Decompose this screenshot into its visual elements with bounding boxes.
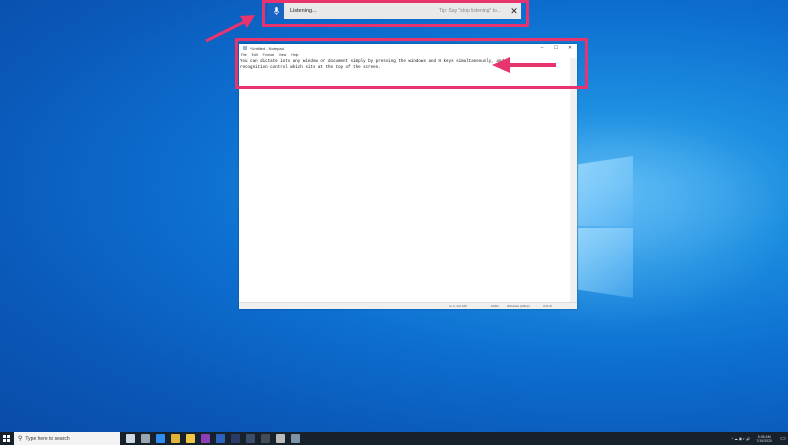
tray-icons[interactable]: ^ ☁ ▣ ◐ 🔊	[732, 437, 751, 441]
clock-date: 7/19/2020	[756, 438, 772, 443]
pinned-apps	[120, 434, 300, 443]
clock-time: 5:08 AM	[757, 434, 771, 439]
search-icon: ⚲	[18, 436, 23, 442]
chrome-icon[interactable]	[171, 434, 180, 443]
system-clock[interactable]: 5:08 AM 7/19/2020	[756, 435, 772, 443]
notepad-icon[interactable]	[291, 434, 300, 443]
notification-center-icon[interactable]: ▭	[778, 435, 788, 442]
callout-arrows	[205, 15, 556, 73]
word-icon[interactable]	[216, 434, 225, 443]
arrow-to-text	[492, 57, 556, 73]
task-view-icon[interactable]	[126, 434, 135, 443]
photoshop-icon[interactable]	[231, 434, 240, 443]
app-icon[interactable]	[276, 434, 285, 443]
file-explorer-icon[interactable]	[186, 434, 195, 443]
windows-start-icon	[2, 435, 10, 442]
taskbar-search-box[interactable]: ⚲ Type here to search	[14, 432, 120, 445]
arrow-to-dictation	[205, 15, 255, 43]
lightroom-icon[interactable]	[246, 434, 255, 443]
multitask-icon[interactable]	[141, 434, 150, 443]
start-button[interactable]	[0, 432, 12, 445]
onenote-icon[interactable]	[201, 434, 210, 443]
system-tray: ^ ☁ ▣ ◐ 🔊 5:08 AM 7/19/2020 ▭	[732, 435, 788, 443]
terminal-icon[interactable]	[261, 434, 270, 443]
taskbar: ⚲ Type here to search ^ ☁ ▣ ◐ 🔊 5:08 AM …	[0, 432, 788, 445]
edge-icon[interactable]	[156, 434, 165, 443]
search-placeholder: Type here to search	[25, 435, 70, 442]
